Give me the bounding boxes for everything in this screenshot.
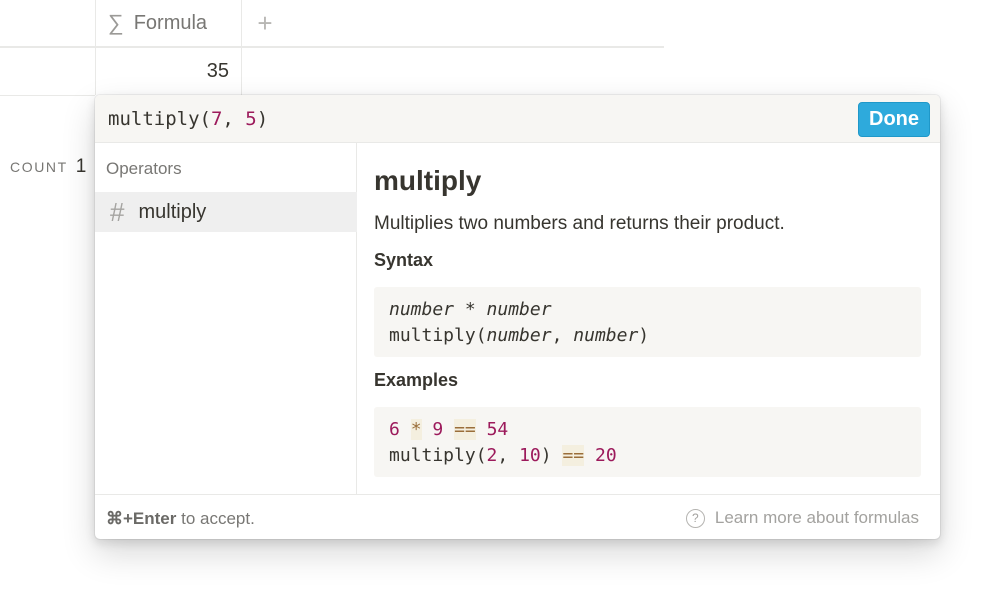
syntax-param: number: [486, 325, 552, 346]
syntax-code-block: number * number multiply(number, number): [374, 287, 921, 357]
function-title: multiply: [374, 165, 482, 196]
syntax-operator: *: [454, 299, 487, 320]
example-function: multiply(: [389, 445, 487, 466]
syntax-line: number * number: [389, 297, 906, 323]
function-description: Multiplies two numbers and returns their…: [374, 213, 785, 234]
example-line: multiply(2, 10) == 20: [389, 443, 906, 469]
operators-list: Operators # multiply: [95, 143, 357, 494]
formula-cell[interactable]: 35: [96, 48, 241, 94]
operator-item-label: multiply: [138, 200, 207, 223]
syntax-line: multiply(number, number): [389, 323, 906, 349]
syntax-param: number: [389, 299, 455, 320]
example-result: 20: [594, 445, 617, 466]
section-label: Operators: [106, 159, 182, 178]
examples-code-block: 6 * 9 == 54 multiply(2, 10) == 20: [374, 407, 921, 477]
count-summary[interactable]: COUNT 1: [10, 156, 86, 178]
hash-icon: #: [110, 197, 125, 227]
syntax-param: number: [486, 299, 552, 320]
example-number: 6: [389, 419, 400, 440]
formula-token-close: ): [256, 107, 269, 130]
learn-more-label: Learn more about formulas: [714, 508, 919, 527]
formula-token-function: multiply(: [108, 107, 211, 130]
learn-more-link[interactable]: ? Learn more about formulas: [685, 508, 919, 528]
sigma-icon: ∑: [108, 10, 124, 35]
column-header-label: Formula: [133, 11, 208, 34]
formula-editor-popup: multiply(7, 5) Done Operators # multiply…: [95, 95, 940, 539]
example-number: 2: [486, 445, 498, 466]
syntax-function: multiply(: [389, 325, 487, 346]
add-column-button[interactable]: +: [242, 0, 288, 46]
formula-input[interactable]: multiply(7, 5) Done: [95, 95, 940, 143]
example-equals: ==: [454, 419, 476, 440]
operator-item-multiply[interactable]: # multiply: [95, 192, 357, 232]
formula-token-separator: ,: [222, 107, 246, 130]
examples-heading: Examples: [374, 370, 459, 390]
accept-hint: ⌘+Enter to accept.: [106, 509, 255, 529]
count-value: 1: [75, 156, 87, 177]
example-operator: *: [410, 419, 422, 440]
syntax-close: ): [638, 325, 650, 346]
syntax-separator: ,: [551, 325, 574, 346]
syntax-param: number: [573, 325, 639, 346]
count-label: COUNT: [10, 159, 68, 175]
shortcut-key: ⌘+Enter: [106, 509, 177, 528]
example-result: 54: [486, 419, 509, 440]
popup-footer: ⌘+Enter to accept. ? Learn more about fo…: [95, 494, 940, 539]
syntax-heading: Syntax: [374, 250, 434, 270]
table-row-divider: [0, 95, 95, 96]
done-button[interactable]: Done: [858, 102, 930, 137]
hint-text: to accept.: [176, 509, 255, 528]
example-equals: ==: [562, 445, 585, 466]
example-close: ): [540, 445, 552, 466]
formula-column-header[interactable]: ∑ Formula: [96, 0, 241, 46]
example-line: 6 * 9 == 54: [389, 417, 906, 443]
example-separator: ,: [497, 445, 520, 466]
example-number: 9: [432, 419, 444, 440]
formula-token-number: 7: [210, 107, 223, 130]
formula-token-number: 5: [245, 107, 257, 130]
function-documentation: multiply Multiplies two numbers and retu…: [358, 143, 940, 494]
help-circle-icon: ?: [685, 508, 705, 528]
example-number: 10: [519, 445, 541, 466]
